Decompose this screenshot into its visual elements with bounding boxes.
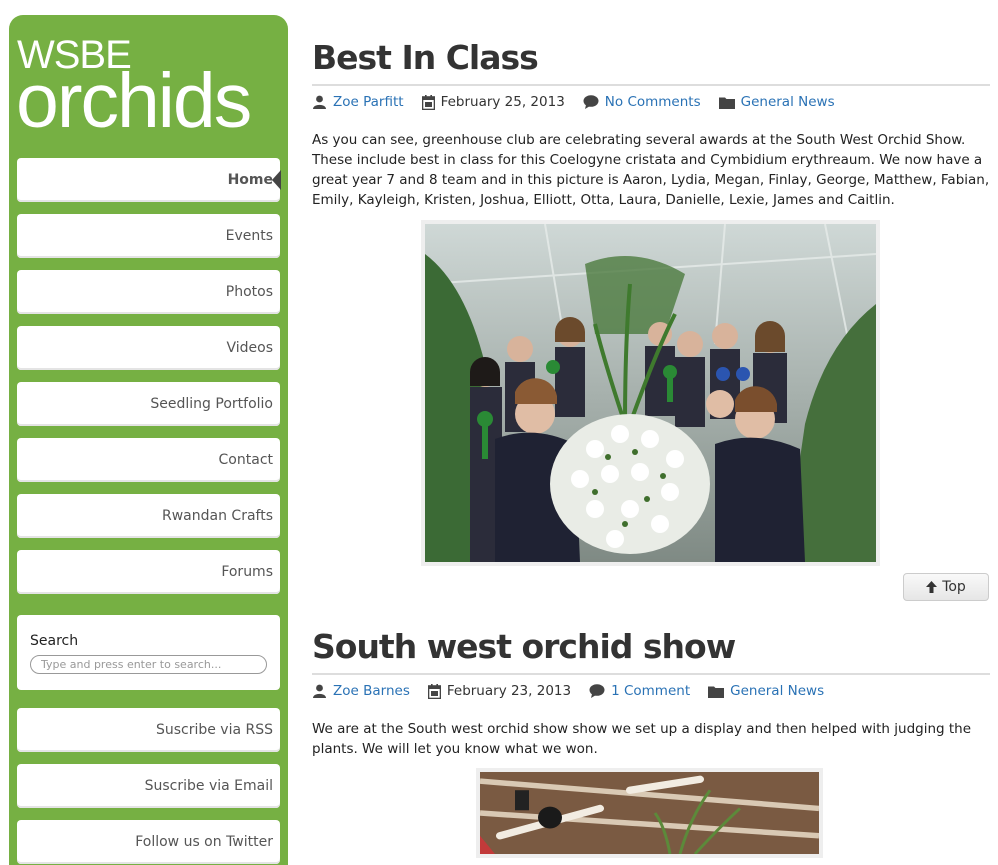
nav-item-seedling-portfolio[interactable]: Seedling Portfolio (17, 382, 280, 426)
post-category-link[interactable]: General News (741, 94, 835, 110)
follow-twitter-link[interactable]: Follow us on Twitter (17, 820, 280, 864)
post-meta: Zoe Parfitt February 25, 2013 No Comment… (312, 94, 853, 110)
orchid-show-photo[interactable] (480, 772, 819, 854)
post-author-link[interactable]: Zoe Parfitt (333, 94, 404, 110)
calendar-icon (427, 683, 441, 699)
post-title[interactable]: Best In Class (312, 38, 539, 77)
nav-item-home[interactable]: Home (17, 158, 281, 202)
user-icon (313, 684, 326, 698)
post-title[interactable]: South west orchid show (312, 627, 736, 666)
post-body: As you can see, greenhouse club are cele… (312, 132, 990, 208)
nav-item-events[interactable]: Events (17, 214, 280, 258)
nav-item-rwandan-crafts[interactable]: Rwandan Crafts (17, 494, 280, 538)
post-date: February 23, 2013 (446, 683, 572, 699)
search-widget: Search (17, 615, 280, 690)
back-to-top-label: Top (942, 579, 966, 595)
post-comments-link[interactable]: No Comments (605, 94, 701, 110)
post-comments-link[interactable]: 1 Comment (611, 683, 690, 699)
subscribe-rss-link[interactable]: Suscribe via RSS (17, 708, 280, 752)
back-to-top-button[interactable]: Top (903, 573, 989, 601)
post-author-link[interactable]: Zoe Barnes (333, 683, 410, 699)
post-date: February 25, 2013 (440, 94, 565, 110)
title-divider (312, 673, 990, 675)
post-category-link[interactable]: General News (730, 683, 824, 699)
title-divider (312, 84, 990, 86)
comment-icon (589, 684, 605, 698)
nav-item-photos[interactable]: Photos (17, 270, 280, 314)
arrow-up-icon (926, 581, 938, 593)
greenhouse-club-photo[interactable] (425, 224, 876, 562)
post-body: We are at the South west orchid show sho… (312, 721, 972, 757)
post-image-frame (421, 220, 880, 566)
sidebar: WSBE orchids Home Events Photos Videos S… (9, 15, 288, 865)
logo-line2: orchids (16, 58, 252, 144)
search-input[interactable] (30, 655, 267, 674)
folder-icon (718, 97, 735, 109)
search-label: Search (30, 633, 79, 649)
nav-item-videos[interactable]: Videos (17, 326, 280, 370)
post-meta: Zoe Barnes February 23, 2013 1 Comment G… (312, 683, 842, 699)
calendar-icon (421, 94, 435, 110)
subscribe-email-link[interactable]: Suscribe via Email (17, 764, 280, 808)
folder-icon (708, 686, 725, 698)
nav-item-contact[interactable]: Contact (17, 438, 280, 482)
comment-icon (583, 95, 599, 109)
user-icon (313, 95, 326, 109)
nav-item-forums[interactable]: Forums (17, 550, 280, 594)
